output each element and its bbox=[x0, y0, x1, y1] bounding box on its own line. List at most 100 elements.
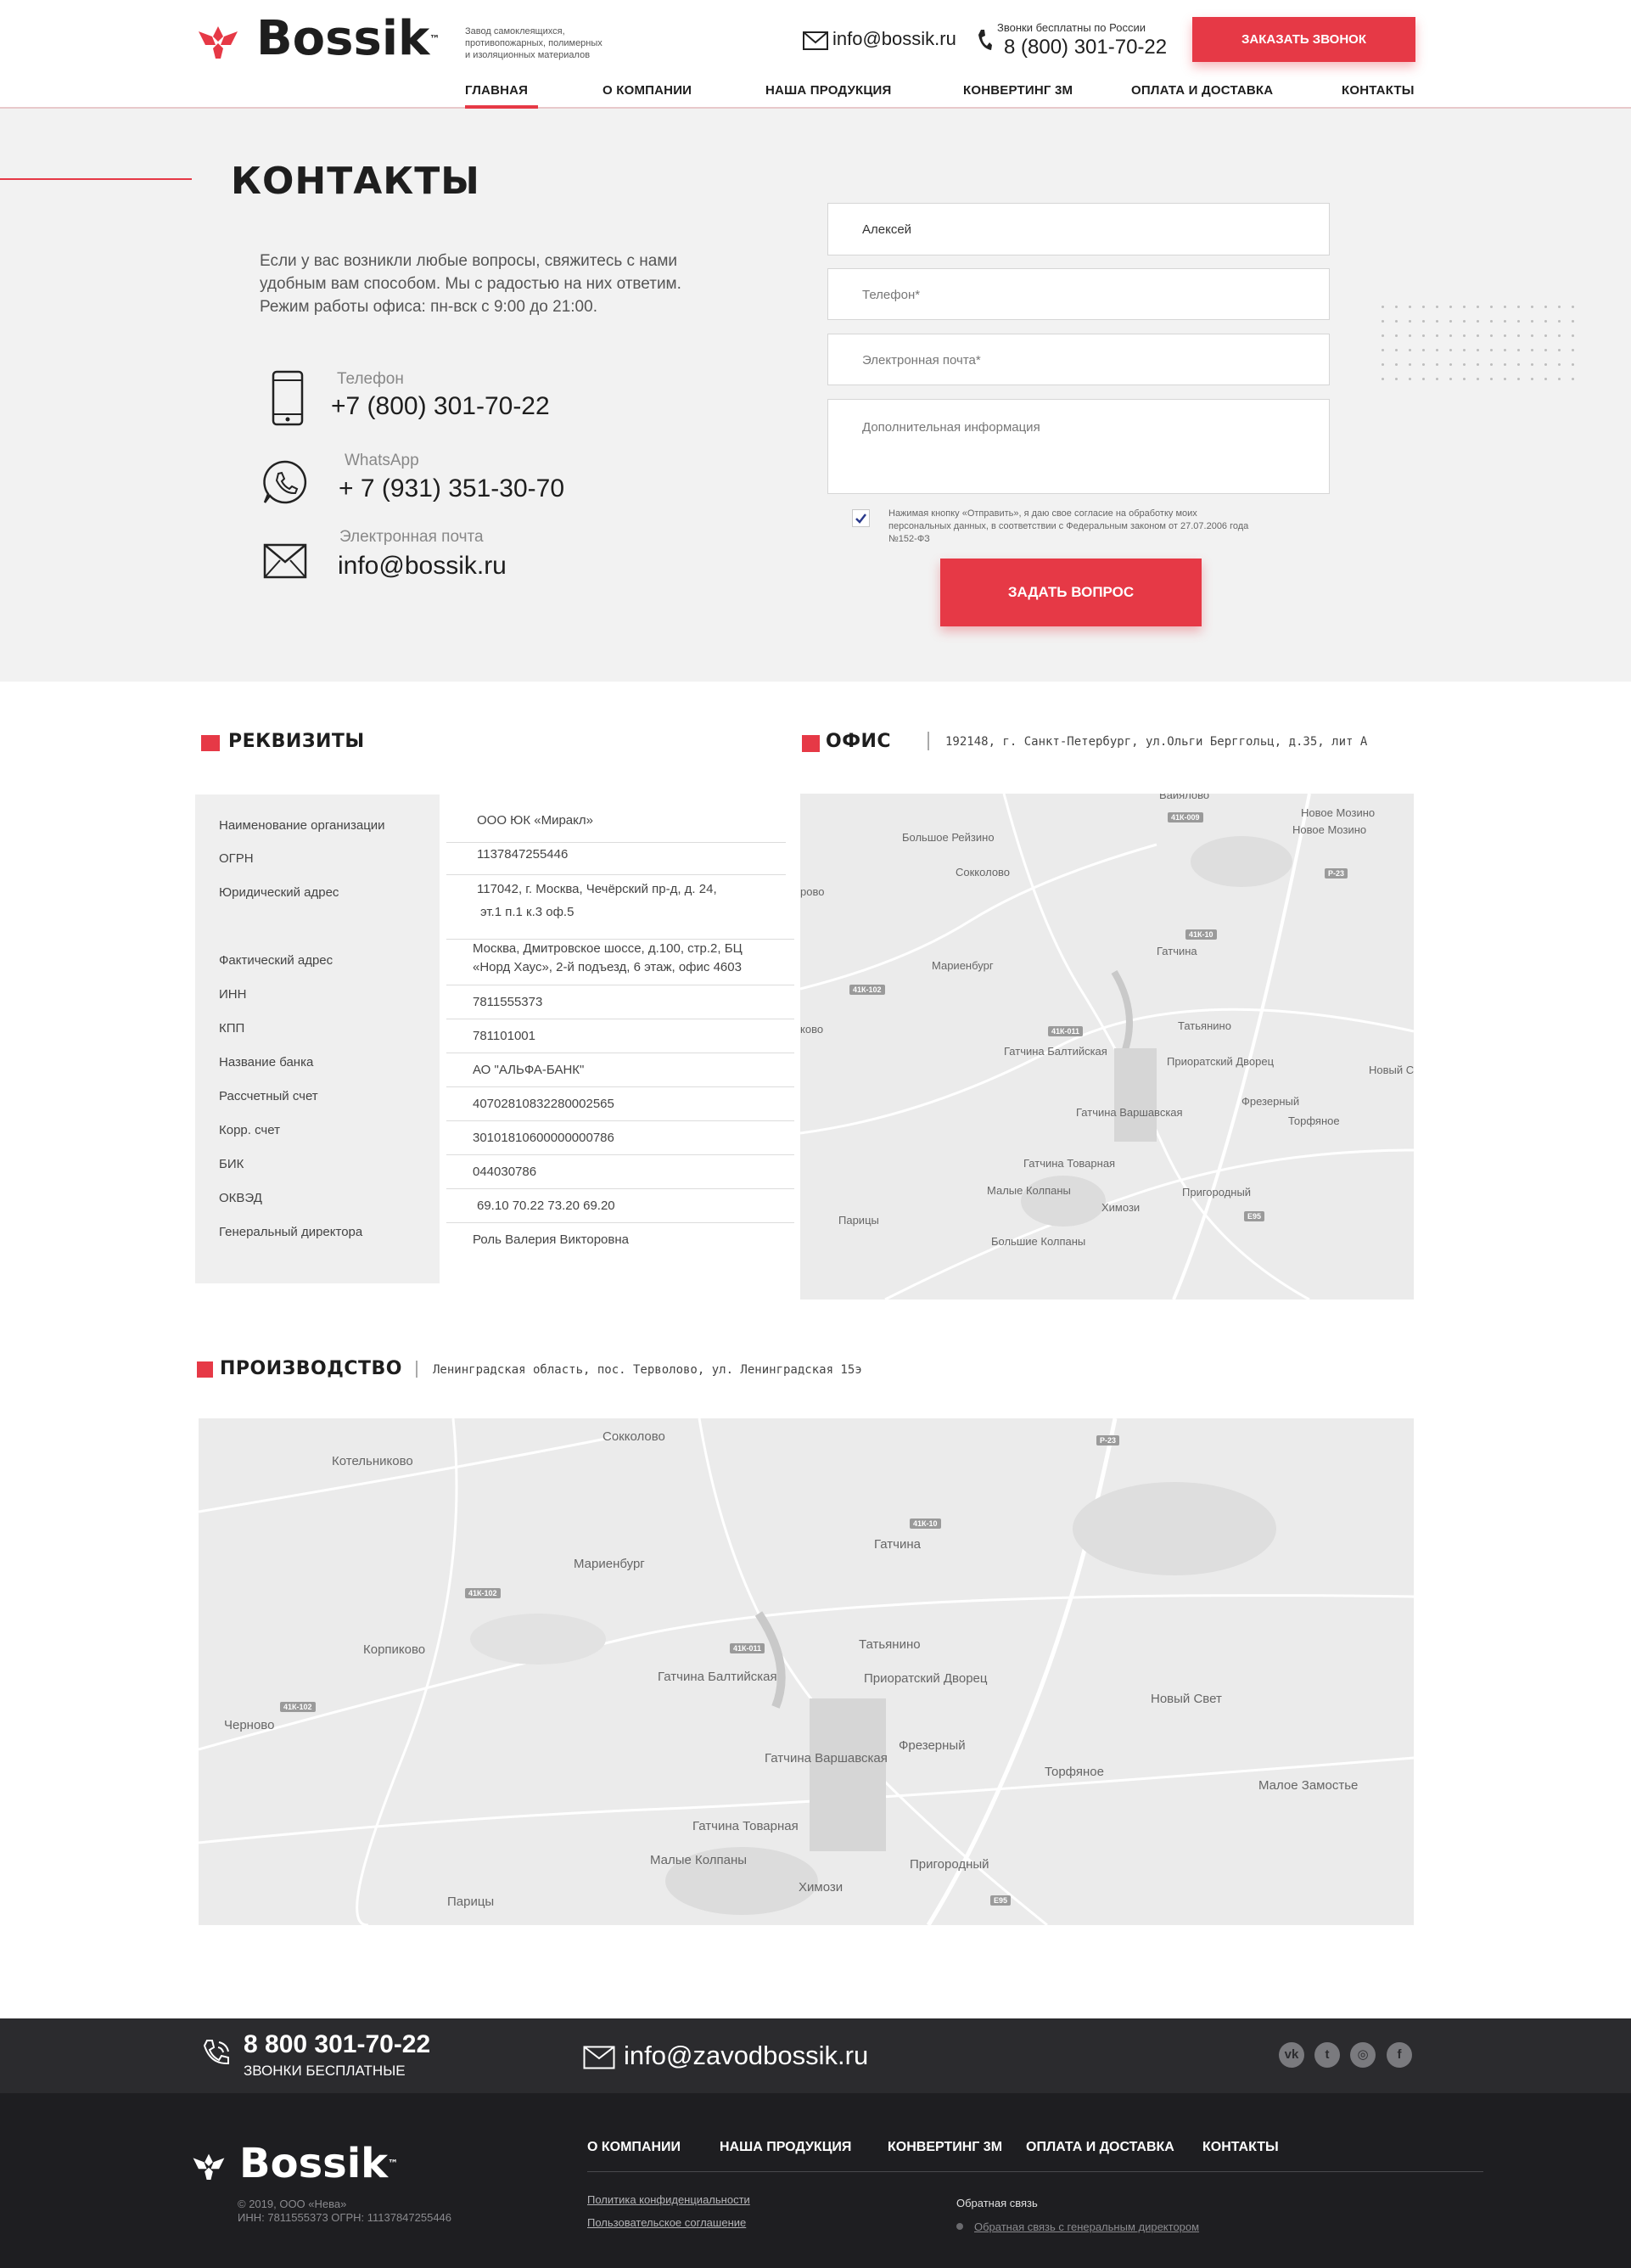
vk-icon[interactable]: vk bbox=[1279, 2042, 1304, 2068]
dot bbox=[1436, 306, 1438, 308]
header-phone[interactable]: 8 (800) 301-70-22 bbox=[1004, 36, 1167, 59]
dot bbox=[1436, 320, 1438, 323]
office-map[interactable]: Вайялово Большое Рейзино Сокколово Новое Мо… bbox=[800, 794, 1414, 1300]
nav-converting[interactable]: КОНВЕРТИНГ 3М bbox=[963, 83, 1073, 98]
dot bbox=[1422, 320, 1425, 323]
req-value: 117042, г. Москва, Чечёрский пр-д, д. 24… bbox=[477, 882, 717, 896]
agreement-link[interactable]: Пользовательское соглашение bbox=[587, 2216, 746, 2229]
dot bbox=[1517, 378, 1520, 380]
name-input[interactable]: Алексей bbox=[827, 203, 1330, 255]
logo-mark-icon[interactable] bbox=[192, 2151, 226, 2181]
dot bbox=[1395, 349, 1398, 351]
dot bbox=[1517, 306, 1520, 308]
map-road-label: Р-23 bbox=[1096, 1435, 1120, 1446]
dot bbox=[1449, 320, 1452, 323]
phone-icon bbox=[976, 28, 993, 53]
dot bbox=[1463, 306, 1466, 308]
contact-phone-value[interactable]: +7 (800) 301-70-22 bbox=[331, 392, 550, 421]
footer-logo-text[interactable]: Bossik™ bbox=[239, 2140, 398, 2187]
map-place-label: Большие Колпаны bbox=[991, 1235, 1086, 1248]
dot bbox=[1490, 334, 1493, 337]
dot bbox=[1422, 334, 1425, 337]
dot bbox=[1463, 334, 1466, 337]
dot bbox=[1531, 306, 1533, 308]
consent-text: Нажимая кнопку «Отправить», я даю свое с… bbox=[888, 508, 1249, 544]
dot bbox=[1544, 320, 1547, 323]
dot bbox=[1544, 363, 1547, 366]
map-place-label: Гатчина Варшавская bbox=[765, 1751, 888, 1766]
map-place-label: Малые Колпаны bbox=[987, 1184, 1071, 1197]
footer-nav-about[interactable]: О КОМПАНИИ bbox=[587, 2140, 681, 2155]
feedback-link[interactable]: Обратная связь с генеральным директором bbox=[974, 2220, 1199, 2233]
privacy-link[interactable]: Политика конфиденциальности bbox=[587, 2193, 750, 2206]
nav-products[interactable]: НАША ПРОДУКЦИЯ bbox=[765, 83, 891, 98]
phone-icon bbox=[200, 2037, 233, 2069]
req-label: Корр. счет bbox=[219, 1123, 280, 1137]
contact-email-label: Электронная почта bbox=[339, 528, 484, 546]
contact-whatsapp-value[interactable]: + 7 (931) 351-30-70 bbox=[339, 474, 564, 503]
dot bbox=[1572, 320, 1574, 323]
dot bbox=[1422, 349, 1425, 351]
footer-nav-delivery[interactable]: ОПЛАТА И ДОСТАВКА bbox=[1026, 2140, 1174, 2155]
footer-nav-converting[interactable]: КОНВЕРТИНГ 3М bbox=[888, 2140, 1002, 2155]
email-input[interactable]: Электронная почта* bbox=[827, 334, 1330, 385]
office-title: ОФИС bbox=[826, 731, 892, 752]
dot bbox=[1422, 363, 1425, 366]
dot bbox=[1436, 363, 1438, 366]
dot bbox=[1558, 306, 1561, 308]
footer-email[interactable]: info@zavodbossik.ru bbox=[624, 2041, 868, 2071]
footer-nav-products[interactable]: НАША ПРОДУКЦИЯ bbox=[720, 2140, 851, 2155]
dot bbox=[1531, 363, 1533, 366]
logo-text[interactable]: Bossik™ bbox=[256, 12, 440, 66]
production-marker bbox=[197, 1361, 213, 1378]
map-place-label: Малое Замостье bbox=[1258, 1778, 1359, 1793]
map-road-label: 41К-10 bbox=[910, 1519, 941, 1529]
footer-nav-contacts[interactable]: КОНТАКТЫ bbox=[1202, 2140, 1279, 2155]
nav-delivery[interactable]: ОПЛАТА И ДОСТАВКА bbox=[1131, 83, 1273, 98]
dot bbox=[1382, 349, 1384, 351]
submit-button[interactable]: ЗАДАТЬ ВОПРОС bbox=[940, 559, 1202, 626]
dot bbox=[1382, 334, 1384, 337]
phone-input[interactable]: Телефон* bbox=[827, 268, 1330, 320]
map-place-label: Черново bbox=[224, 1718, 275, 1732]
map-road-label: 41К-102 bbox=[280, 1702, 316, 1712]
dot bbox=[1409, 349, 1411, 351]
logo-mark-icon[interactable] bbox=[197, 23, 239, 60]
mail-icon bbox=[583, 2046, 615, 2069]
dot bbox=[1395, 334, 1398, 337]
callback-button[interactable]: ЗАКАЗАТЬ ЗВОНОК bbox=[1192, 17, 1415, 62]
header-email[interactable]: info@bossik.ru bbox=[832, 28, 956, 50]
info-textarea[interactable]: Дополнительная информация bbox=[827, 399, 1330, 494]
map-place-label: Фрезерный bbox=[1241, 1095, 1300, 1108]
production-address: Ленинградская область, пос. Терволово, у… bbox=[433, 1363, 862, 1377]
contact-phone-label: Телефон bbox=[337, 370, 404, 388]
mail-icon bbox=[803, 31, 828, 50]
map-place-label: рово bbox=[800, 885, 825, 898]
nav-home[interactable]: ГЛАВНАЯ bbox=[465, 83, 528, 98]
twitter-icon[interactable]: t bbox=[1314, 2042, 1340, 2068]
dot bbox=[1558, 378, 1561, 380]
map-roads bbox=[199, 1418, 1414, 1925]
consent-checkbox[interactable] bbox=[852, 509, 870, 527]
dot bbox=[1504, 334, 1506, 337]
nav-contacts[interactable]: КОНТАКТЫ bbox=[1342, 83, 1415, 98]
dot bbox=[1531, 320, 1533, 323]
site-header: Bossik™ Завод самоклеящихся, противопожар… bbox=[0, 0, 1631, 109]
footer-phone[interactable]: 8 800 301-70-22 bbox=[244, 2030, 430, 2059]
nav-about[interactable]: О КОМПАНИИ bbox=[603, 83, 692, 98]
dot bbox=[1422, 378, 1425, 380]
dot bbox=[1572, 363, 1574, 366]
facebook-icon[interactable]: f bbox=[1387, 2042, 1412, 2068]
check-icon bbox=[855, 514, 866, 524]
map-place-label: Пригородный bbox=[910, 1857, 989, 1872]
divider bbox=[446, 1222, 794, 1223]
map-place-label: Новое Мозино bbox=[1301, 806, 1376, 819]
divider bbox=[446, 1120, 794, 1121]
dot bbox=[1449, 363, 1452, 366]
production-map[interactable]: Сокколово Котельниково Мариенбург Гатчина Ко… bbox=[199, 1418, 1414, 1925]
instagram-icon[interactable]: ◎ bbox=[1350, 2042, 1376, 2068]
map-road-label: Е95 bbox=[1244, 1211, 1265, 1221]
contact-email-value[interactable]: info@bossik.ru bbox=[338, 552, 507, 581]
divider bbox=[446, 1086, 794, 1087]
req-value: Роль Валерия Викторовна bbox=[473, 1232, 629, 1247]
